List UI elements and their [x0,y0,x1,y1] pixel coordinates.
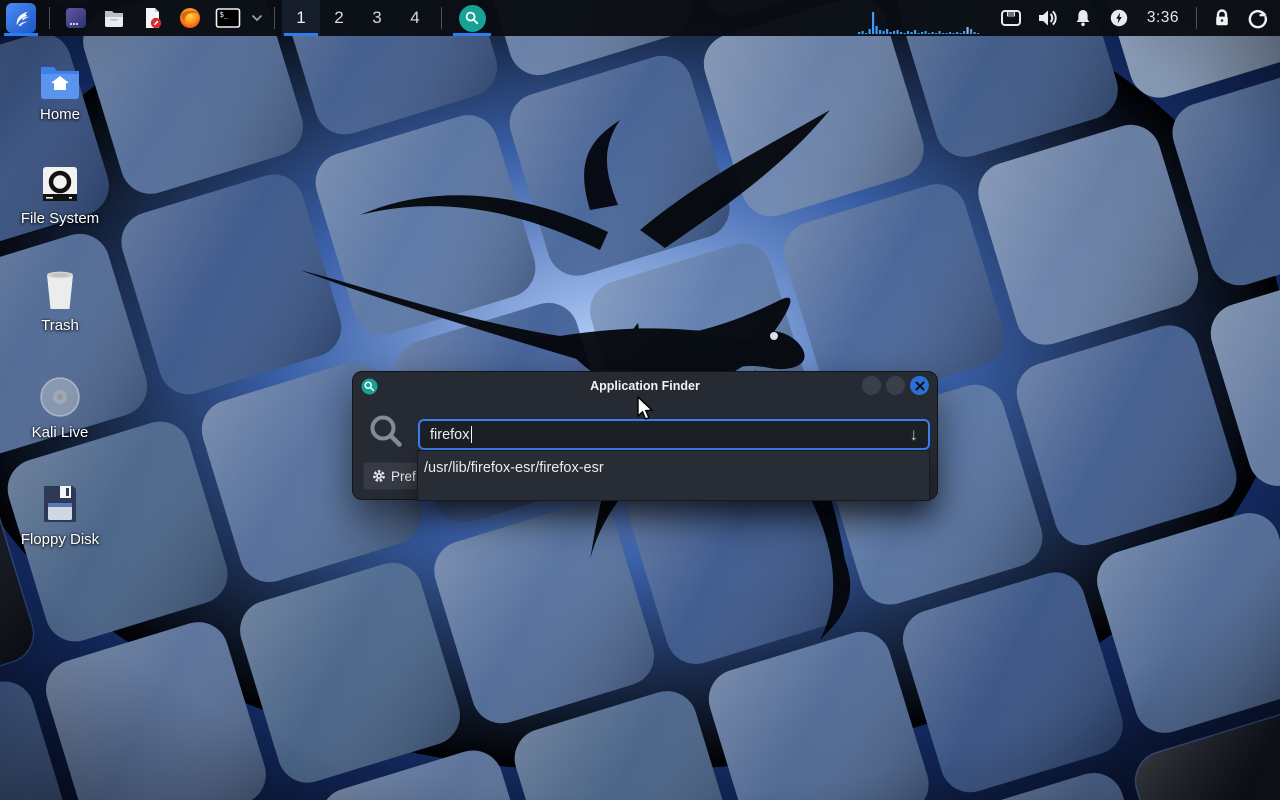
optical-disc-icon [8,374,112,418]
search-input[interactable]: firefox ↓ [418,419,930,450]
home-folder-icon [8,56,112,100]
network-tray-button[interactable] [993,0,1029,36]
floppy-disk-icon [8,481,112,525]
cpu-graph[interactable] [858,6,983,36]
desktop-icon-trash[interactable]: Trash [8,267,112,334]
workspace-label: 1 [296,8,305,28]
applications-menu-button[interactable] [0,0,42,36]
completion-popup: /usr/lib/firefox-esr/firefox-esr [417,450,930,501]
text-caret [471,426,473,443]
taskbar-application-finder-button[interactable] [449,0,495,36]
launcher-text-editor[interactable] [133,0,171,36]
workspace-4-button[interactable]: 4 [396,0,434,36]
mouse-cursor [636,396,655,422]
volume-icon [1036,8,1058,28]
panel-separator [274,7,275,29]
workspace-3-button[interactable]: 3 [358,0,396,36]
gear-icon [372,469,386,483]
desktop-icon-label: Trash [8,317,112,334]
panel-separator [441,7,442,29]
top-panel: $_ 1 2 3 4 [0,0,1280,36]
network-wired-icon [1000,8,1022,28]
panel-separator [49,7,50,29]
launcher-file-manager[interactable] [95,0,133,36]
minimize-button[interactable] [862,376,881,395]
volume-tray-button[interactable] [1029,0,1065,36]
workspace-label: 2 [334,8,343,28]
terminal-dropdown-button[interactable] [247,0,267,36]
chevron-down-icon [251,14,263,22]
clock[interactable]: 3:36 [1137,9,1189,27]
desktop-icon-label: Floppy Disk [8,531,112,548]
lock-screen-button[interactable] [1204,0,1240,36]
workspace-2-button[interactable]: 2 [320,0,358,36]
svg-text:$_: $_ [220,10,230,19]
lock-icon [1212,8,1232,28]
desktop-icon-label: Home [8,106,112,123]
search-icon [367,412,405,450]
desktop-icon-label: File System [8,210,112,227]
notifications-tray-button[interactable] [1065,0,1101,36]
launcher-terminal[interactable]: $_ [209,0,247,36]
desktop-icon-kali-live[interactable]: Kali Live [8,374,112,441]
window-title: Application Finder [353,379,937,393]
bell-icon [1073,8,1093,28]
workspace-1-button[interactable]: 1 [282,0,320,36]
kali-logo-icon [6,3,36,33]
application-finder-icon [459,5,486,32]
dropdown-arrow-icon[interactable]: ↓ [910,425,919,445]
panel-separator [1196,7,1197,29]
hard-drive-icon [8,160,112,204]
power-plug-icon [1109,8,1129,28]
preferences-button[interactable]: Pref [363,462,421,490]
desktop-icon-floppy-disk[interactable]: Floppy Disk [8,481,112,548]
maximize-button[interactable] [886,376,905,395]
close-icon [915,381,925,391]
workspace-label: 3 [372,8,381,28]
firefox-icon [178,6,202,30]
power-manager-tray-button[interactable] [1101,0,1137,36]
search-input-value: firefox [430,427,470,443]
trash-icon [8,267,112,311]
text-editor-icon [140,6,164,30]
launcher-firefox[interactable] [171,0,209,36]
desktop: $_ 1 2 3 4 [0,0,1280,800]
logout-button[interactable] [1240,0,1276,36]
close-button[interactable] [910,376,929,395]
completion-item[interactable]: /usr/lib/firefox-esr/firefox-esr [418,451,929,476]
file-manager-icon [102,6,126,30]
desktop-icon-file-system[interactable]: File System [8,160,112,227]
preferences-button-label: Pref [391,469,416,484]
terminal-icon: $_ [215,6,241,30]
app-window-icon [64,6,88,30]
desktop-icon-label: Kali Live [8,424,112,441]
desktop-icon-home[interactable]: Home [8,56,112,123]
launcher-app-window[interactable] [57,0,95,36]
logout-icon [1248,8,1269,29]
workspace-label: 4 [410,8,419,28]
